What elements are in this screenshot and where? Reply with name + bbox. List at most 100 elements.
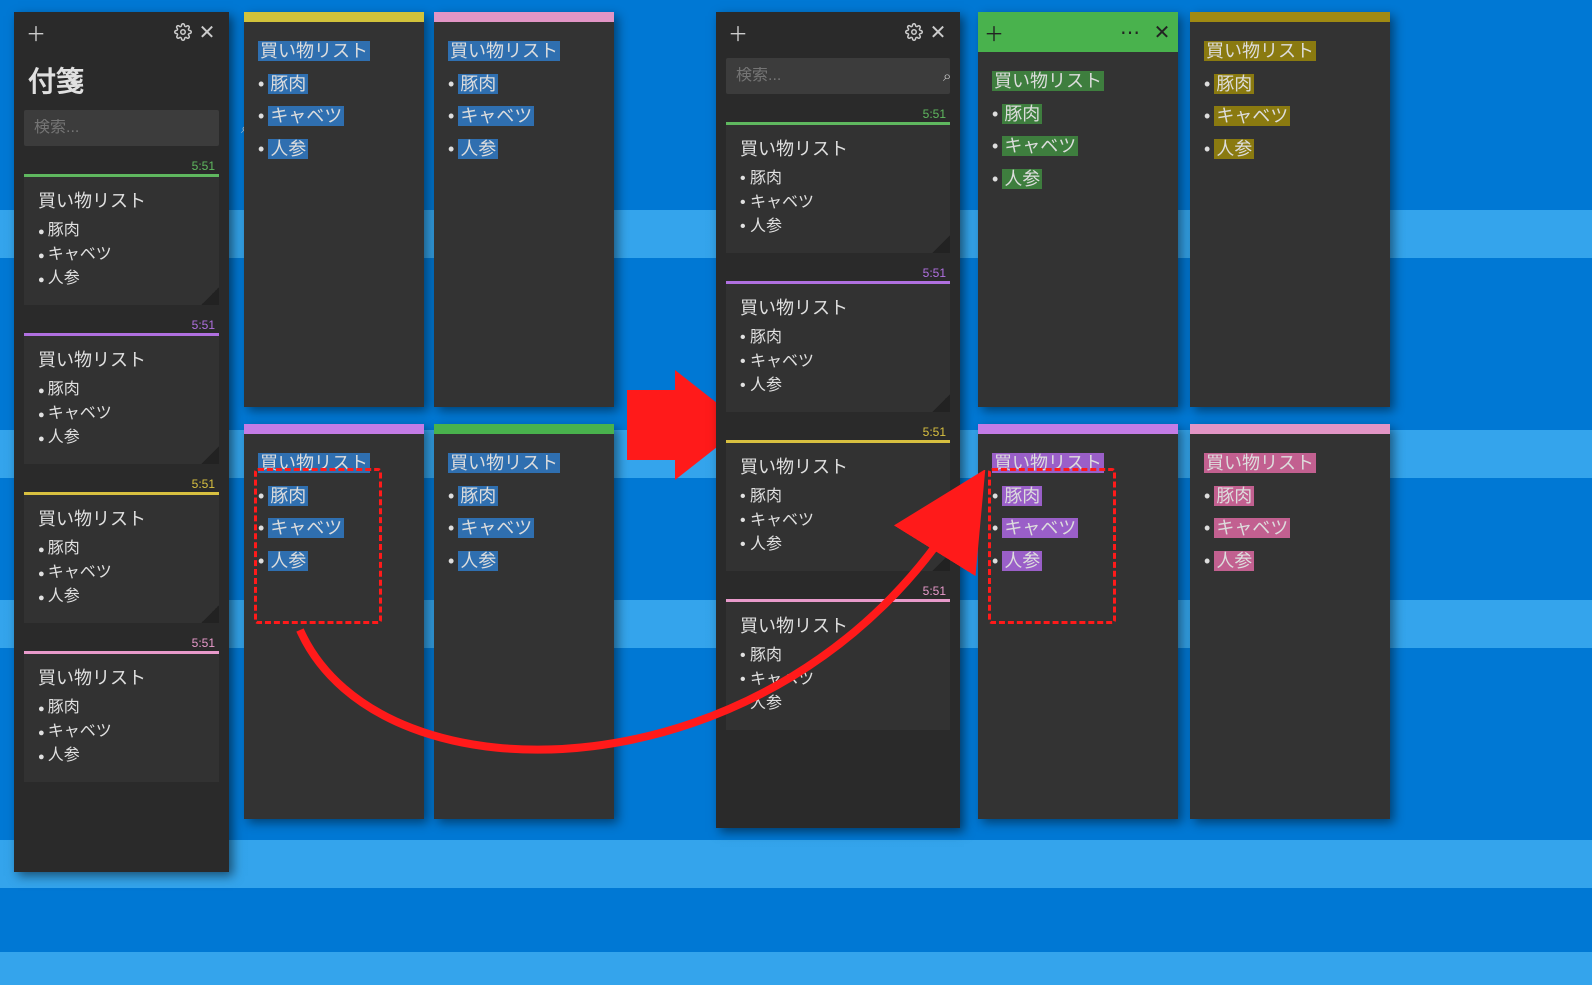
close-icon[interactable]: ✕: [1146, 12, 1178, 52]
note-title-hl: 買い物リスト: [1204, 453, 1316, 473]
note-time: 5:51: [923, 425, 946, 439]
note-time: 5:51: [923, 584, 946, 598]
note-item: 人参: [1002, 551, 1042, 571]
note-time: 5:51: [923, 266, 946, 280]
sticky-note-green-active[interactable]: ＋ ⋯ ✕ 買い物リスト •豚肉 •キャベツ •人参: [978, 12, 1178, 407]
bullet-icon: •: [1204, 518, 1210, 538]
gear-icon[interactable]: [902, 20, 926, 44]
note-item: キャベツ: [38, 720, 205, 744]
note-item: キャベツ: [268, 518, 344, 538]
note-item: キャベツ: [1002, 518, 1078, 538]
note-item: 豚肉: [1214, 486, 1254, 506]
note-item: キャベツ: [740, 509, 936, 533]
note-fold-icon: [932, 394, 950, 412]
note-card[interactable]: 5:51 買い物リスト 豚肉 キャベツ 人参: [24, 651, 219, 782]
note-card[interactable]: 5:51 買い物リスト 豚肉 キャベツ 人参: [726, 440, 950, 571]
sticky-note-purple-right[interactable]: 買い物リスト •豚肉 •キャベツ •人参: [978, 424, 1178, 819]
bullet-icon: •: [992, 104, 998, 124]
note-fold-icon: [201, 287, 219, 305]
bullet-icon: •: [258, 551, 264, 571]
bullet-icon: •: [448, 551, 454, 571]
note-title-hl: 買い物リスト: [992, 453, 1104, 473]
sticky-note-purple[interactable]: 買い物リスト •豚肉 •キャベツ •人参: [244, 424, 424, 819]
more-icon[interactable]: ⋯: [1114, 12, 1146, 52]
note-fold-icon: [932, 553, 950, 571]
search-input[interactable]: [736, 67, 943, 85]
sticky-note-pink[interactable]: 買い物リスト •豚肉 •キャベツ •人参: [434, 12, 614, 407]
note-title: 買い物リスト: [740, 612, 936, 638]
note-time: 5:51: [192, 636, 215, 650]
note-item: 人参: [740, 692, 936, 716]
close-icon[interactable]: ✕: [195, 20, 219, 44]
add-note-icon[interactable]: ＋: [24, 20, 48, 44]
note-title: 買い物リスト: [740, 294, 936, 320]
note-fold-icon: [932, 235, 950, 253]
search-box[interactable]: ⌕: [24, 110, 219, 146]
note-item: 人参: [740, 215, 936, 239]
note-time: 5:51: [192, 318, 215, 332]
panel-header: ＋ ✕: [14, 12, 229, 52]
note-item: 人参: [740, 374, 936, 398]
note-item: 豚肉: [38, 378, 205, 402]
note-item: 人参: [38, 267, 205, 291]
bullet-icon: •: [1204, 551, 1210, 571]
note-title: 買い物リスト: [38, 664, 205, 690]
note-item: 豚肉: [268, 74, 308, 94]
sticky-note-yellow[interactable]: 買い物リスト •豚肉 •キャベツ •人参: [244, 12, 424, 407]
note-item: 人参: [1214, 139, 1254, 159]
bullet-icon: •: [992, 551, 998, 571]
note-title-hl: 買い物リスト: [448, 453, 560, 473]
note-item: 人参: [458, 139, 498, 159]
note-title: 買い物リスト: [38, 187, 205, 213]
bullet-icon: •: [258, 74, 264, 94]
search-input[interactable]: [34, 119, 241, 137]
note-item: 人参: [1002, 169, 1042, 189]
notes-list-panel-left: ＋ ✕ 付箋 ⌕ 5:51 買い物リスト 豚肉 キャベツ 人参 5:51 買い物…: [14, 12, 229, 872]
note-body: 買い物リスト •豚肉 •キャベツ •人参: [244, 22, 424, 164]
note-card[interactable]: 5:51 買い物リスト 豚肉 キャベツ 人参: [726, 281, 950, 412]
bullet-icon: •: [258, 518, 264, 538]
bullet-icon: •: [258, 106, 264, 126]
note-card[interactable]: 5:51 買い物リスト 豚肉 キャベツ 人参: [726, 122, 950, 253]
bullet-icon: •: [448, 74, 454, 94]
sticky-note-olive[interactable]: 買い物リスト •豚肉 •キャベツ •人参: [1190, 12, 1390, 407]
note-item: 人参: [268, 139, 308, 159]
note-item: 人参: [1214, 551, 1254, 571]
note-item: 豚肉: [1214, 74, 1254, 94]
sticky-note-green[interactable]: 買い物リスト •豚肉 •キャベツ •人参: [434, 424, 614, 819]
note-item: 人参: [38, 585, 205, 609]
search-box[interactable]: ⌕: [726, 58, 950, 94]
note-item: 豚肉: [38, 696, 205, 720]
add-note-icon[interactable]: ＋: [978, 12, 1010, 52]
note-item: 豚肉: [458, 486, 498, 506]
bullet-icon: •: [992, 518, 998, 538]
bullet-icon: •: [1204, 486, 1210, 506]
note-item: 豚肉: [268, 486, 308, 506]
note-card[interactable]: 5:51 買い物リスト 豚肉 キャベツ 人参: [24, 492, 219, 623]
note-item: 豚肉: [740, 167, 936, 191]
add-note-icon[interactable]: ＋: [726, 20, 750, 44]
close-icon[interactable]: ✕: [926, 20, 950, 44]
bullet-icon: •: [1204, 139, 1210, 159]
note-card[interactable]: 5:51 買い物リスト 豚肉 キャベツ 人参: [726, 599, 950, 730]
note-title-hl: 買い物リスト: [1204, 41, 1316, 61]
note-time: 5:51: [923, 107, 946, 121]
note-body: 買い物リスト •豚肉 •キャベツ •人参: [1190, 22, 1390, 164]
bullet-icon: •: [448, 106, 454, 126]
note-title: 買い物リスト: [38, 346, 205, 372]
bullet-icon: •: [992, 136, 998, 156]
note-item: 豚肉: [1002, 104, 1042, 124]
sticky-note-rose[interactable]: 買い物リスト •豚肉 •キャベツ •人参: [1190, 424, 1390, 819]
note-card[interactable]: 5:51 買い物リスト 豚肉 キャベツ 人参: [24, 174, 219, 305]
gear-icon[interactable]: [171, 20, 195, 44]
note-item: 豚肉: [740, 326, 936, 350]
note-item: 人参: [740, 533, 936, 557]
note-card[interactable]: 5:51 買い物リスト 豚肉 キャベツ 人参: [24, 333, 219, 464]
note-title: 買い物リスト: [38, 505, 205, 531]
note-window-header: ＋ ⋯ ✕: [978, 12, 1178, 52]
arrow-body: [627, 390, 677, 460]
bullet-icon: •: [1204, 74, 1210, 94]
note-item: キャベツ: [740, 350, 936, 374]
note-item: キャベツ: [38, 243, 205, 267]
search-icon[interactable]: ⌕: [943, 68, 951, 85]
